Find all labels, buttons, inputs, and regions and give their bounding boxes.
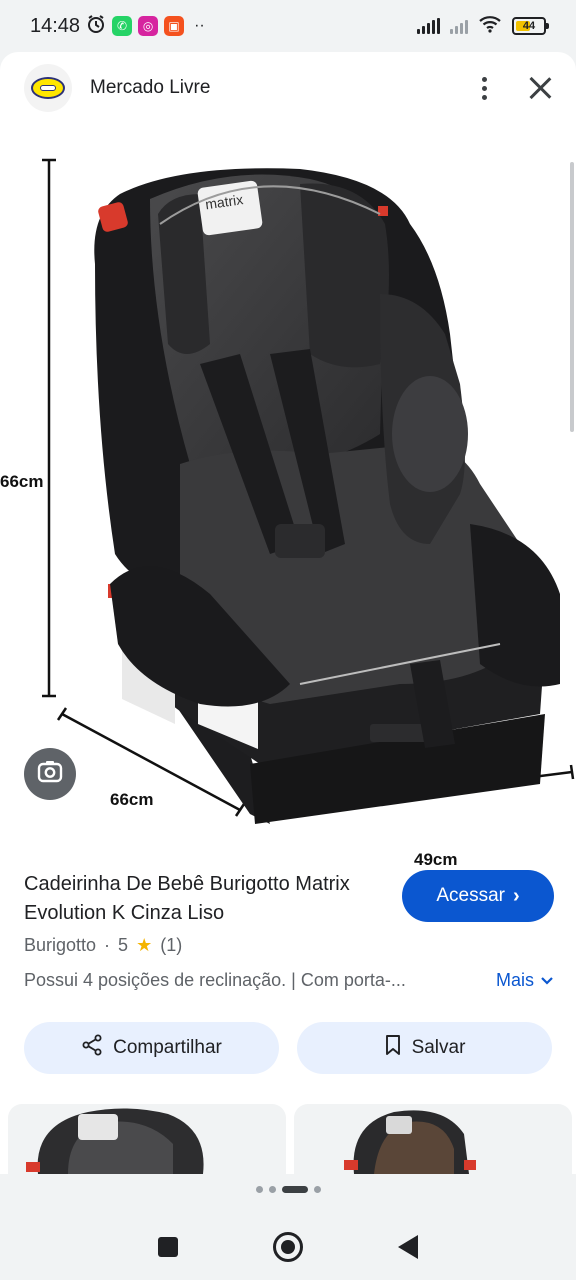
source-name[interactable]: Mercado Livre xyxy=(90,77,210,99)
system-nav-bar xyxy=(0,1214,576,1280)
status-time: 14:48 xyxy=(30,14,81,37)
height-dimension-label: 66cm xyxy=(0,472,44,491)
related-images xyxy=(8,1104,576,1174)
notification-icons: ✆ ◎ ▣ ·· xyxy=(86,14,205,39)
chevron-down-icon xyxy=(540,970,554,991)
visit-button[interactable]: Acessar › xyxy=(402,870,554,922)
share-button[interactable]: Compartilhar xyxy=(24,1022,279,1074)
battery-icon: 44 xyxy=(512,17,549,35)
battery-level: 44 xyxy=(522,20,536,32)
visit-button-label: Acessar xyxy=(436,885,505,906)
depth-dimension-label: 66cm xyxy=(110,790,154,809)
signal-icon xyxy=(417,18,440,34)
star-icon: ★ xyxy=(136,935,153,955)
close-icon[interactable] xyxy=(528,76,552,100)
share-icon xyxy=(81,1034,103,1062)
lens-search-button[interactable] xyxy=(24,748,76,800)
chevron-right-icon: › xyxy=(512,884,520,907)
shopping-icon: ▣ xyxy=(164,16,185,36)
source-header: Mercado Livre xyxy=(0,52,576,124)
instagram-icon: ◎ xyxy=(138,16,159,36)
more-label: Mais xyxy=(495,970,534,990)
status-bar: 14:48 ✆ ◎ ▣ ·· 44 xyxy=(0,0,576,52)
whatsapp-icon: ✆ xyxy=(112,16,133,36)
alarm-icon xyxy=(86,14,106,39)
back-button[interactable] xyxy=(398,1235,419,1259)
mercado-livre-logo xyxy=(24,64,72,112)
signal-2-icon xyxy=(450,18,468,34)
save-label: Salvar xyxy=(411,1037,466,1058)
product-meta: Burigotto · 5 ★ (1) xyxy=(24,935,182,956)
rating-value: 5 xyxy=(118,935,129,955)
save-button[interactable]: Salvar xyxy=(297,1022,552,1074)
home-button[interactable] xyxy=(272,1232,303,1262)
product-description: Possui 4 posições de reclinação. | Com p… xyxy=(24,970,406,990)
more-notifications-icon: ·· xyxy=(194,17,205,34)
car-seat-illustration: matrix xyxy=(42,158,575,824)
more-button[interactable]: Mais xyxy=(496,970,554,991)
seller-name: Burigotto xyxy=(24,935,97,955)
recents-button[interactable] xyxy=(157,1237,178,1257)
page-indicator xyxy=(0,1186,576,1193)
more-options-icon[interactable] xyxy=(474,76,494,100)
share-label: Compartilhar xyxy=(113,1037,222,1058)
wifi-icon xyxy=(478,15,502,38)
separator-dot: · xyxy=(104,935,111,955)
width-dimension-label: 49cm xyxy=(414,850,458,869)
related-image-1[interactable] xyxy=(8,1104,286,1174)
bookmark-icon xyxy=(384,1034,402,1062)
product-image[interactable]: matrix 66cm 66cm 49cm xyxy=(0,124,576,869)
image-detail-panel: Mercado Livre matrix 66cm 66cm 49cm Cade… xyxy=(0,52,576,1174)
rating-count: (1) xyxy=(160,935,183,955)
lens-icon xyxy=(37,759,63,790)
related-image-2[interactable] xyxy=(294,1104,572,1174)
scrollbar[interactable] xyxy=(570,162,574,432)
product-title[interactable]: Cadeirinha De Bebê Burigotto Matrix Evol… xyxy=(24,870,364,928)
